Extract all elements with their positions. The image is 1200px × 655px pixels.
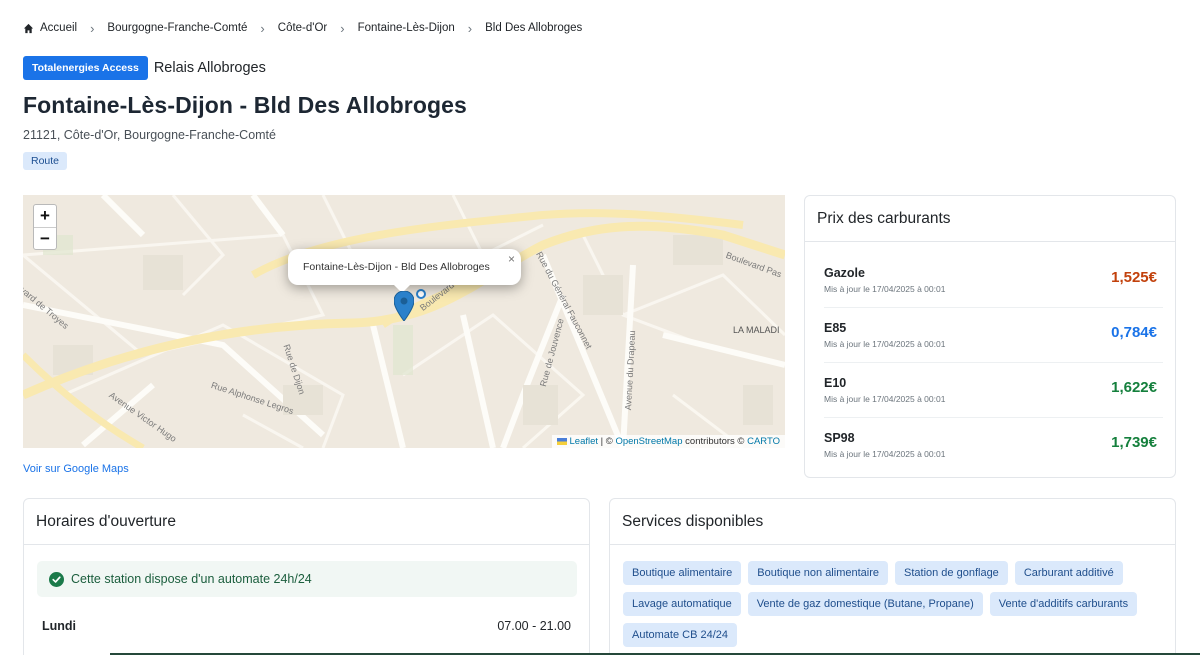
- opening-hours-header: Horaires d'ouverture: [24, 499, 589, 545]
- carto-link[interactable]: CARTO: [747, 436, 780, 447]
- services-header: Services disponibles: [610, 499, 1175, 545]
- service-tag: Lavage automatique: [623, 592, 741, 616]
- chevron-right-icon: ›: [340, 20, 345, 36]
- fuel-updated: Mis à jour le 17/04/2025 à 00:01: [824, 449, 946, 459]
- map-popup-title: Fontaine-Lès-Dijon - Bld Des Allobroges: [303, 261, 490, 273]
- breadcrumb-item-accueil[interactable]: Accueil: [40, 22, 77, 34]
- breadcrumb-item-department[interactable]: Côte-d'Or: [278, 22, 328, 34]
- service-tag: Carburant additivé: [1014, 561, 1123, 585]
- service-tag: Vente d'additifs carburants: [989, 592, 1138, 616]
- fuel-updated: Mis à jour le 17/04/2025 à 00:01: [824, 284, 946, 294]
- map-popup: Fontaine-Lès-Dijon - Bld Des Allobroges …: [288, 249, 521, 285]
- fuel-row-sp98: SP98 Mis à jour le 17/04/2025 à 00:01 1,…: [824, 418, 1163, 473]
- osm-link[interactable]: OpenStreetMap: [615, 436, 682, 447]
- fuel-price: 0,784€: [1111, 324, 1157, 341]
- day-hours: 07.00 - 21.00: [497, 619, 571, 633]
- fuel-prices-header: Prix des carburants: [805, 196, 1175, 242]
- check-circle-icon: [49, 571, 64, 587]
- google-maps-link[interactable]: Voir sur Google Maps: [23, 463, 129, 475]
- opening-hours-card: Horaires d'ouverture Cette station dispo…: [23, 498, 590, 655]
- fuel-name: E10: [824, 376, 847, 390]
- automate-notice: Cette station dispose d'un automate 24h/…: [37, 561, 577, 597]
- fuel-updated: Mis à jour le 17/04/2025 à 00:01: [824, 394, 946, 404]
- map-label-district: LA MALADI: [733, 325, 780, 335]
- brand-badge: Totalenergies Access: [23, 56, 148, 80]
- chevron-right-icon: ›: [467, 20, 473, 36]
- map-marker-icon[interactable]: [394, 291, 414, 321]
- fuel-price: 1,525€: [1111, 269, 1157, 286]
- brand-row: Totalenergies Access Relais Allobroges: [23, 56, 266, 80]
- service-tag: Boutique non alimentaire: [748, 561, 888, 585]
- fuel-prices-card: Prix des carburants Gazole Mis à jour le…: [804, 195, 1176, 478]
- automate-notice-text: Cette station dispose d'un automate 24h/…: [71, 572, 312, 586]
- services-card: Services disponibles Boutique alimentair…: [609, 498, 1176, 655]
- station-name: Relais Allobroges: [153, 60, 266, 76]
- service-tag: Vente de gaz domestique (Butane, Propane…: [747, 592, 983, 616]
- page-title: Fontaine-Lès-Dijon - Bld Des Allobroges: [23, 92, 467, 118]
- zoom-out-button[interactable]: −: [34, 227, 56, 249]
- home-icon: [23, 23, 34, 33]
- leaflet-link[interactable]: Leaflet: [570, 436, 599, 447]
- fuel-price: 1,739€: [1111, 434, 1157, 451]
- service-tag: Boutique alimentaire: [623, 561, 742, 585]
- fuel-updated: Mis à jour le 17/04/2025 à 00:01: [824, 339, 946, 349]
- fuel-row-e85: E85 Mis à jour le 17/04/2025 à 00:01 0,7…: [824, 308, 1163, 363]
- route-badge: Route: [23, 152, 68, 170]
- fuel-name: Gazole: [824, 266, 865, 280]
- breadcrumb-item-current: Bld Des Allobroges: [485, 22, 583, 34]
- chevron-right-icon: ›: [260, 20, 265, 36]
- breadcrumb: Accueil › Bourgogne-Franche-Comté › Côte…: [23, 20, 583, 36]
- service-tag: Station de gonflage: [895, 561, 1008, 585]
- station-address: 21121, Côte-d'Or, Bourgogne-Franche-Comt…: [23, 128, 276, 142]
- zoom-in-button[interactable]: +: [34, 205, 56, 227]
- day-label: Lundi: [42, 619, 77, 633]
- station-map[interactable]: Boulevard Pas Boulevard d Rue du Général…: [23, 195, 785, 448]
- services-list: Boutique alimentaire Boutique non alimen…: [623, 561, 1163, 647]
- fuel-name: SP98: [824, 431, 855, 445]
- fuel-row-e10: E10 Mis à jour le 17/04/2025 à 00:01 1,6…: [824, 363, 1163, 418]
- breadcrumb-item-city[interactable]: Fontaine-Lès-Dijon: [358, 22, 455, 34]
- ukraine-flag-icon: [556, 437, 567, 445]
- chevron-right-icon: ›: [90, 20, 95, 36]
- hours-row: Lundi 07.00 - 21.00: [42, 619, 571, 633]
- fuel-price: 1,622€: [1111, 379, 1157, 396]
- map-zoom-control: + −: [33, 204, 57, 250]
- fuel-name: E85: [824, 321, 847, 335]
- service-tag: Automate CB 24/24: [623, 623, 738, 647]
- breadcrumb-item-region[interactable]: Bourgogne-Franche-Comté: [107, 22, 247, 34]
- map-attribution: Leaflet | © OpenStreetMap contributors ©…: [551, 435, 785, 448]
- close-icon[interactable]: ×: [508, 252, 515, 266]
- fuel-row-gazole: Gazole Mis à jour le 17/04/2025 à 00:01 …: [824, 253, 1163, 308]
